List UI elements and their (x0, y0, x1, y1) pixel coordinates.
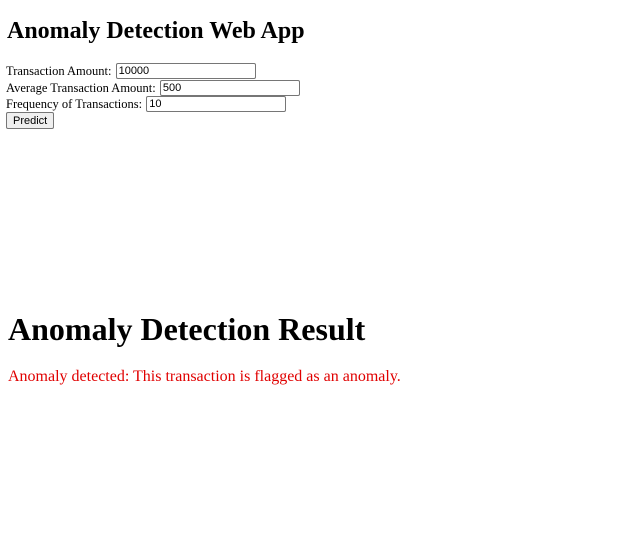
result-message: Anomaly detected: This transaction is fl… (8, 368, 401, 385)
app-title: Anomaly Detection Web App (7, 18, 305, 44)
result-title: Anomaly Detection Result (8, 311, 366, 347)
predict-button[interactable]: Predict (6, 112, 55, 129)
transaction-amount-row: Transaction Amount: (6, 62, 300, 80)
transaction-amount-input[interactable] (115, 63, 256, 80)
submit-row: Predict (6, 112, 300, 129)
average-amount-label: Average Transaction Amount: (6, 80, 156, 95)
prediction-form: Transaction Amount: Average Transaction … (6, 62, 300, 129)
frequency-row: Frequency of Transactions: (6, 95, 300, 113)
frequency-label: Frequency of Transactions: (6, 96, 143, 111)
average-amount-input[interactable] (159, 79, 300, 96)
frequency-input[interactable] (146, 96, 287, 113)
average-amount-row: Average Transaction Amount: (6, 79, 300, 96)
transaction-amount-label: Transaction Amount: (6, 63, 112, 78)
